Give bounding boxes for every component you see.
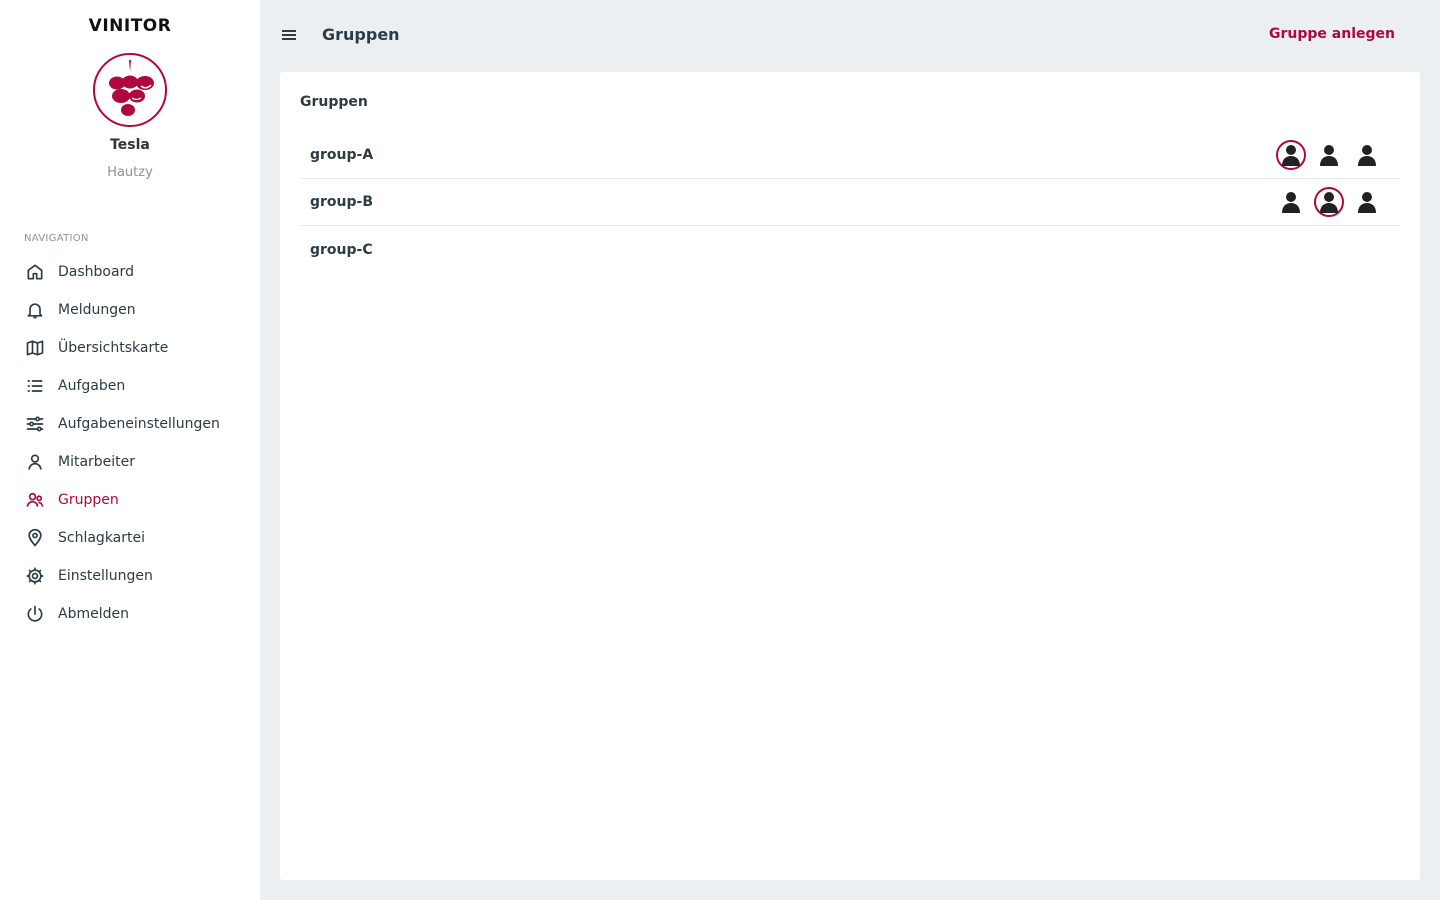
member-avatar-icon[interactable] — [1276, 187, 1306, 217]
sliders-icon — [24, 413, 46, 435]
sidebar-item-aufgabeneinstellungen[interactable]: Aufgabeneinstellungen — [0, 405, 260, 443]
group-name: group-A — [310, 147, 374, 163]
hamburger-menu-icon[interactable] — [280, 26, 298, 44]
group-row-a[interactable]: group-A — [300, 132, 1400, 179]
sidebar-item-schlagkartei[interactable]: Schlagkartei — [0, 519, 260, 557]
sidebar-item-einstellungen[interactable]: Einstellungen — [0, 557, 260, 595]
sidebar-item-label: Übersichtskarte — [58, 340, 169, 356]
list-icon — [24, 375, 46, 397]
sidebar-item-label: Mitarbeiter — [58, 454, 136, 470]
user-subtitle: Hautzy — [107, 165, 153, 180]
group-name: group-C — [310, 241, 373, 258]
sidebar-item-label: Aufgabeneinstellungen — [58, 416, 220, 432]
sidebar-item-label: Aufgaben — [58, 378, 126, 394]
group-name: group-B — [310, 194, 374, 210]
sidebar-item-aufgaben[interactable]: Aufgaben — [0, 367, 260, 405]
sidebar-item-label: Dashboard — [58, 264, 134, 280]
grape-logo-icon — [92, 52, 168, 128]
gear-icon — [24, 565, 46, 587]
sidebar-item-abmelden[interactable]: Abmelden — [0, 595, 260, 633]
power-icon — [24, 603, 46, 625]
top-bar: Gruppen Gruppe anlegen — [260, 0, 1440, 72]
member-avatar-icon[interactable] — [1314, 187, 1344, 217]
sidebar-item-label: Meldungen — [58, 302, 136, 318]
member-avatar-icon[interactable] — [1352, 140, 1382, 170]
home-icon — [24, 261, 46, 283]
bell-icon — [24, 299, 46, 321]
create-group-button[interactable]: Gruppe anlegen — [1269, 26, 1395, 42]
sidebar-item-label: Abmelden — [58, 606, 129, 622]
user-name: Tesla — [110, 137, 150, 153]
map-icon — [24, 337, 46, 359]
member-avatar-icon[interactable] — [1352, 187, 1382, 217]
page-title: Gruppen — [322, 25, 400, 44]
brand-name: VINITOR — [88, 16, 172, 36]
sidebar-item-label: Einstellungen — [58, 568, 153, 584]
user-icon — [24, 451, 46, 473]
card-title: Gruppen — [300, 94, 368, 110]
nav-heading: NAVIGATION — [24, 233, 89, 244]
group-row-c[interactable]: group-C — [300, 226, 1400, 273]
sidebar-item-label: Schlagkartei — [58, 530, 146, 546]
groups-card: Gruppen group-A group-B group-C — [280, 72, 1420, 880]
sidebar-nav: Dashboard Meldungen Übersichtskarte Aufg… — [0, 253, 260, 633]
member-avatars — [1276, 187, 1382, 217]
sidebar-item-meldungen[interactable]: Meldungen — [0, 291, 260, 329]
group-row-b[interactable]: group-B — [300, 179, 1400, 226]
sidebar-item-dashboard[interactable]: Dashboard — [0, 253, 260, 291]
sidebar-item-label: Gruppen — [58, 492, 119, 508]
group-list: group-A group-B group-C — [300, 132, 1400, 273]
member-avatars — [1276, 140, 1382, 170]
users-icon — [24, 489, 46, 511]
map-pin-icon — [24, 527, 46, 549]
sidebar-item-gruppen[interactable]: Gruppen — [0, 481, 260, 519]
sidebar: VINITOR Tesla Hautzy NAVIGATION Dashboar… — [0, 0, 260, 900]
member-avatar-icon[interactable] — [1276, 140, 1306, 170]
member-avatar-icon[interactable] — [1314, 140, 1344, 170]
sidebar-item-uebersichtskarte[interactable]: Übersichtskarte — [0, 329, 260, 367]
sidebar-item-mitarbeiter[interactable]: Mitarbeiter — [0, 443, 260, 481]
